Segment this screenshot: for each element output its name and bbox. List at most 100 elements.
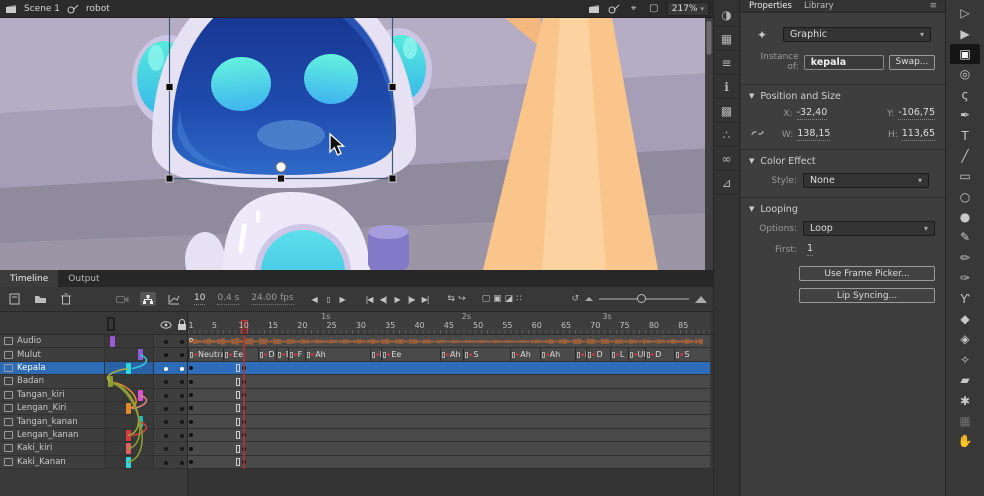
camera-tool[interactable]: ▦ <box>950 411 980 431</box>
frames-grid[interactable]: NeutralEeDEeFAhDEeAhSAhAhMDLUhDS <box>188 335 710 469</box>
layer-visibility-dot[interactable] <box>164 340 168 344</box>
layer-lock-dot[interactable] <box>180 420 184 424</box>
layer-name[interactable]: Kepala <box>17 363 46 373</box>
section-color-effect[interactable]: ▼ Color Effect <box>741 154 945 168</box>
go-to-first-frame-button[interactable]: |◀ <box>363 295 376 304</box>
phoneme-keyframe-d[interactable]: D <box>370 348 382 360</box>
frames-row-mulut[interactable]: NeutralEeDEeFAhDEeAhSAhAhMDLUhDS <box>188 348 710 361</box>
frame-ruler[interactable]: 1s2s3s1510152025303540455055606570758085 <box>188 312 710 334</box>
art-brush-tool[interactable]: ✏ <box>950 248 980 268</box>
gradient-transform-tool[interactable]: ◎ <box>950 64 980 84</box>
phoneme-keyframe-s[interactable]: S <box>674 348 709 360</box>
layer-name[interactable]: Audio <box>17 336 41 346</box>
motion-editor-icon[interactable]: ⊿ <box>715 172 738 195</box>
layer-lock-dot[interactable] <box>180 407 184 411</box>
center-stage-icon[interactable]: ⌖ <box>627 3 641 15</box>
layer-visibility-dot[interactable] <box>164 367 168 371</box>
x-value[interactable]: -32,40 <box>797 107 828 120</box>
empty-keyframe[interactable] <box>236 418 240 426</box>
layer-name[interactable]: Kaki_Kanan <box>17 457 66 467</box>
tab-library[interactable]: Library <box>804 1 834 11</box>
layer-lock-dot[interactable] <box>180 461 184 465</box>
frames-row-lengan_kiri[interactable] <box>188 402 710 415</box>
phoneme-keyframe-d[interactable]: D <box>645 348 674 360</box>
phoneme-keyframe-uh[interactable]: Uh <box>628 348 646 360</box>
h-value[interactable]: 113,65 <box>902 128 935 141</box>
layer-lock-dot[interactable] <box>180 434 184 438</box>
symbol-type-dropdown[interactable]: Graphic ▾ <box>783 27 931 42</box>
layer-name[interactable]: Badan <box>17 376 44 386</box>
layer-parent-swatch[interactable] <box>126 457 131 468</box>
keyframe-dot[interactable] <box>189 460 193 464</box>
layer-name[interactable]: Tangan_kiri <box>17 390 65 400</box>
lip-syncing-button[interactable]: Lip Syncing... <box>799 288 935 303</box>
layer-name[interactable]: Lengan_kanan <box>17 430 78 440</box>
tab-properties[interactable]: Properties <box>749 1 792 11</box>
edit-symbol-icon[interactable] <box>607 3 621 15</box>
layer-parent-zone[interactable] <box>104 415 154 427</box>
layer-parent-swatch[interactable] <box>110 336 115 347</box>
camera-layer-icon[interactable] <box>114 292 130 306</box>
layer-row-tangan_kiri[interactable]: Tangan_kiri <box>0 389 187 402</box>
pen-tool[interactable]: ✒ <box>950 105 980 125</box>
loop-options-dropdown[interactable]: Loop ▾ <box>803 221 935 236</box>
phoneme-keyframe-d[interactable]: D <box>258 348 276 360</box>
layer-name[interactable]: Lengan_Kiri <box>17 403 66 413</box>
section-looping[interactable]: ▼ Looping <box>741 202 945 216</box>
asset-warp-tool[interactable]: ✱ <box>950 390 980 410</box>
swatches-panel-icon[interactable]: ▦ <box>715 28 738 51</box>
stage-canvas[interactable] <box>0 18 713 270</box>
cc-libraries-icon[interactable]: ∞ <box>715 148 738 171</box>
keyframe-dot[interactable] <box>189 420 193 424</box>
layer-parent-swatch[interactable] <box>126 363 131 374</box>
text-tool[interactable]: T <box>950 125 980 145</box>
layer-visibility-dot[interactable] <box>164 353 168 357</box>
layer-visibility-dot[interactable] <box>164 434 168 438</box>
oval-tool[interactable]: ○ <box>950 187 980 207</box>
phoneme-keyframe-ah[interactable]: Ah <box>440 348 463 360</box>
bone-tool[interactable]: Ƴ <box>950 288 980 308</box>
phoneme-keyframe-ee[interactable]: Ee <box>276 348 288 360</box>
style-dropdown[interactable]: None ▾ <box>803 173 929 188</box>
previous-frame-button[interactable]: ◀| <box>377 295 390 304</box>
brush-library-icon[interactable]: ∴ <box>715 124 738 147</box>
fit-to-window-icon[interactable]: ▢ <box>647 3 661 15</box>
reset-timeline-zoom-icon[interactable]: ↺ <box>571 294 579 304</box>
layer-row-lengan_kanan[interactable]: Lengan_kanan <box>0 429 187 442</box>
frames-row-tangan_kanan[interactable] <box>188 415 710 428</box>
y-value[interactable]: -106,75 <box>898 107 935 120</box>
frames-row-tangan_kiri[interactable] <box>188 389 710 402</box>
layer-visibility-dot[interactable] <box>164 394 168 398</box>
layer-lock-dot[interactable] <box>180 340 184 344</box>
first-frame-value[interactable]: 1 <box>807 243 813 256</box>
swap-button[interactable]: Swap... <box>889 55 935 70</box>
frames-row-kepala[interactable] <box>188 362 710 375</box>
keyframe-dot[interactable] <box>189 447 193 451</box>
layer-parent-swatch[interactable] <box>126 403 131 414</box>
layer-lock-dot[interactable] <box>180 380 184 384</box>
selection-tool[interactable]: ▷ <box>950 3 980 23</box>
phoneme-keyframe-neutral[interactable]: Neutral <box>188 348 223 360</box>
layer-parent-swatch[interactable] <box>138 416 143 427</box>
delete-layer-icon[interactable] <box>58 292 74 306</box>
phoneme-keyframe-ah[interactable]: Ah <box>510 348 539 360</box>
current-frame-marker[interactable]: ▯ <box>322 295 335 304</box>
layer-parent-swatch[interactable] <box>126 443 131 454</box>
breadcrumb-scene[interactable]: Scene 1 <box>24 4 60 14</box>
info-panel-icon[interactable]: ℹ <box>715 76 738 99</box>
polystar-tool[interactable]: ● <box>950 207 980 227</box>
frame-rate[interactable]: 24.00 fps <box>251 293 293 305</box>
layer-depth-icon[interactable] <box>166 292 182 306</box>
elapsed-time[interactable]: 0.4 s <box>217 293 239 305</box>
phoneme-keyframe-ee[interactable]: Ee <box>223 348 258 360</box>
frame-span[interactable] <box>188 456 710 468</box>
transformation-point[interactable] <box>276 162 286 172</box>
current-frame-number[interactable]: 10 <box>194 293 205 305</box>
frame-span[interactable] <box>188 402 710 414</box>
step-forward-button[interactable]: ▶ <box>336 295 349 304</box>
layer-row-kaki_kanan[interactable]: Kaki_Kanan <box>0 456 187 469</box>
rectangle-tool[interactable]: ▭ <box>950 166 980 186</box>
empty-keyframe[interactable] <box>236 364 240 372</box>
eyedropper-tool[interactable]: ✧ <box>950 350 980 370</box>
layer-parent-zone[interactable] <box>104 348 154 360</box>
